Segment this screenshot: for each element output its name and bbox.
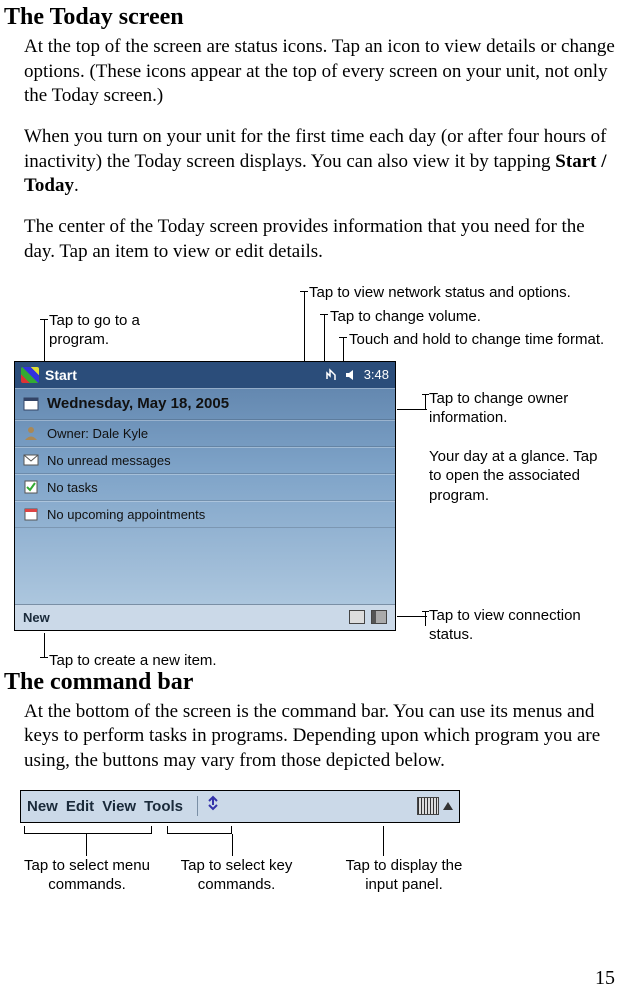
menu-edit[interactable]: Edit (66, 798, 94, 815)
input-panel-arrow-icon[interactable] (443, 802, 453, 810)
callout-owner: Tap to change owner information. (429, 389, 599, 428)
callout-goto: Tap to go to a program. (49, 311, 149, 350)
command-bar: New Edit View Tools (20, 790, 460, 823)
tasks-icon (23, 479, 39, 495)
callout-volume: Tap to change volume. (330, 307, 481, 327)
keyboard-input-icon[interactable] (417, 797, 439, 815)
section1-heading: The Today screen (4, 4, 617, 31)
clock-label[interactable]: 3:48 (364, 367, 389, 382)
menu-tools[interactable]: Tools (144, 798, 183, 815)
calendar-date-icon (23, 396, 39, 412)
owner-icon (23, 425, 39, 441)
today-appts-row[interactable]: No upcoming appointments (15, 501, 395, 528)
section1-para1: At the top of the screen are status icon… (24, 35, 617, 109)
callout-conn: Tap to view connection status. (429, 606, 599, 645)
callout-time: Touch and hold to change time format. (349, 330, 604, 350)
toolbar-key-icon[interactable] (204, 795, 222, 817)
today-date-row[interactable]: Wednesday, May 18, 2005 (15, 388, 395, 420)
connection-status-icon[interactable] (349, 610, 365, 624)
new-button[interactable]: New (23, 610, 50, 625)
signal-icon[interactable] (371, 610, 387, 624)
messages-icon (23, 452, 39, 468)
today-messages-row[interactable]: No unread messages (15, 447, 395, 474)
callout-key-cmds: Tap to select key commands. (174, 856, 299, 895)
start-label: Start (45, 367, 77, 383)
today-diagram: Tap to go to a program. Tap to view netw… (4, 281, 617, 661)
callout-newitem: Tap to create a new item. (49, 651, 217, 671)
menu-new[interactable]: New (27, 798, 58, 815)
section1-para2: When you turn on your unit for the first… (24, 125, 617, 199)
start-flag-icon[interactable] (21, 367, 39, 383)
section2-para: At the bottom of the screen is the comma… (24, 700, 617, 774)
today-titlebar[interactable]: Start 3:48 (15, 362, 395, 388)
today-bottombar: New (15, 604, 395, 630)
callout-input-panel: Tap to display the input panel. (334, 856, 474, 895)
today-screen-mockup: Start 3:48 Wednesday, May 18, 2005 Owner… (14, 361, 396, 631)
callout-glance: Your day at a glance. Tap to open the as… (429, 447, 599, 506)
volume-icon[interactable] (344, 368, 358, 382)
appointments-icon (23, 506, 39, 522)
page-number: 15 (595, 967, 615, 990)
section1-para3: The center of the Today screen provides … (24, 215, 617, 264)
today-tasks-row[interactable]: No tasks (15, 474, 395, 501)
section2-heading: The command bar (4, 669, 617, 696)
network-status-icon[interactable] (324, 368, 338, 382)
callout-network: Tap to view network status and options. (309, 283, 571, 303)
callout-menu-cmds: Tap to select menu commands. (22, 856, 152, 895)
today-owner-row[interactable]: Owner: Dale Kyle (15, 420, 395, 447)
commandbar-diagram: New Edit View Tools Tap to select menu c… (4, 790, 617, 900)
menu-view[interactable]: View (102, 798, 136, 815)
